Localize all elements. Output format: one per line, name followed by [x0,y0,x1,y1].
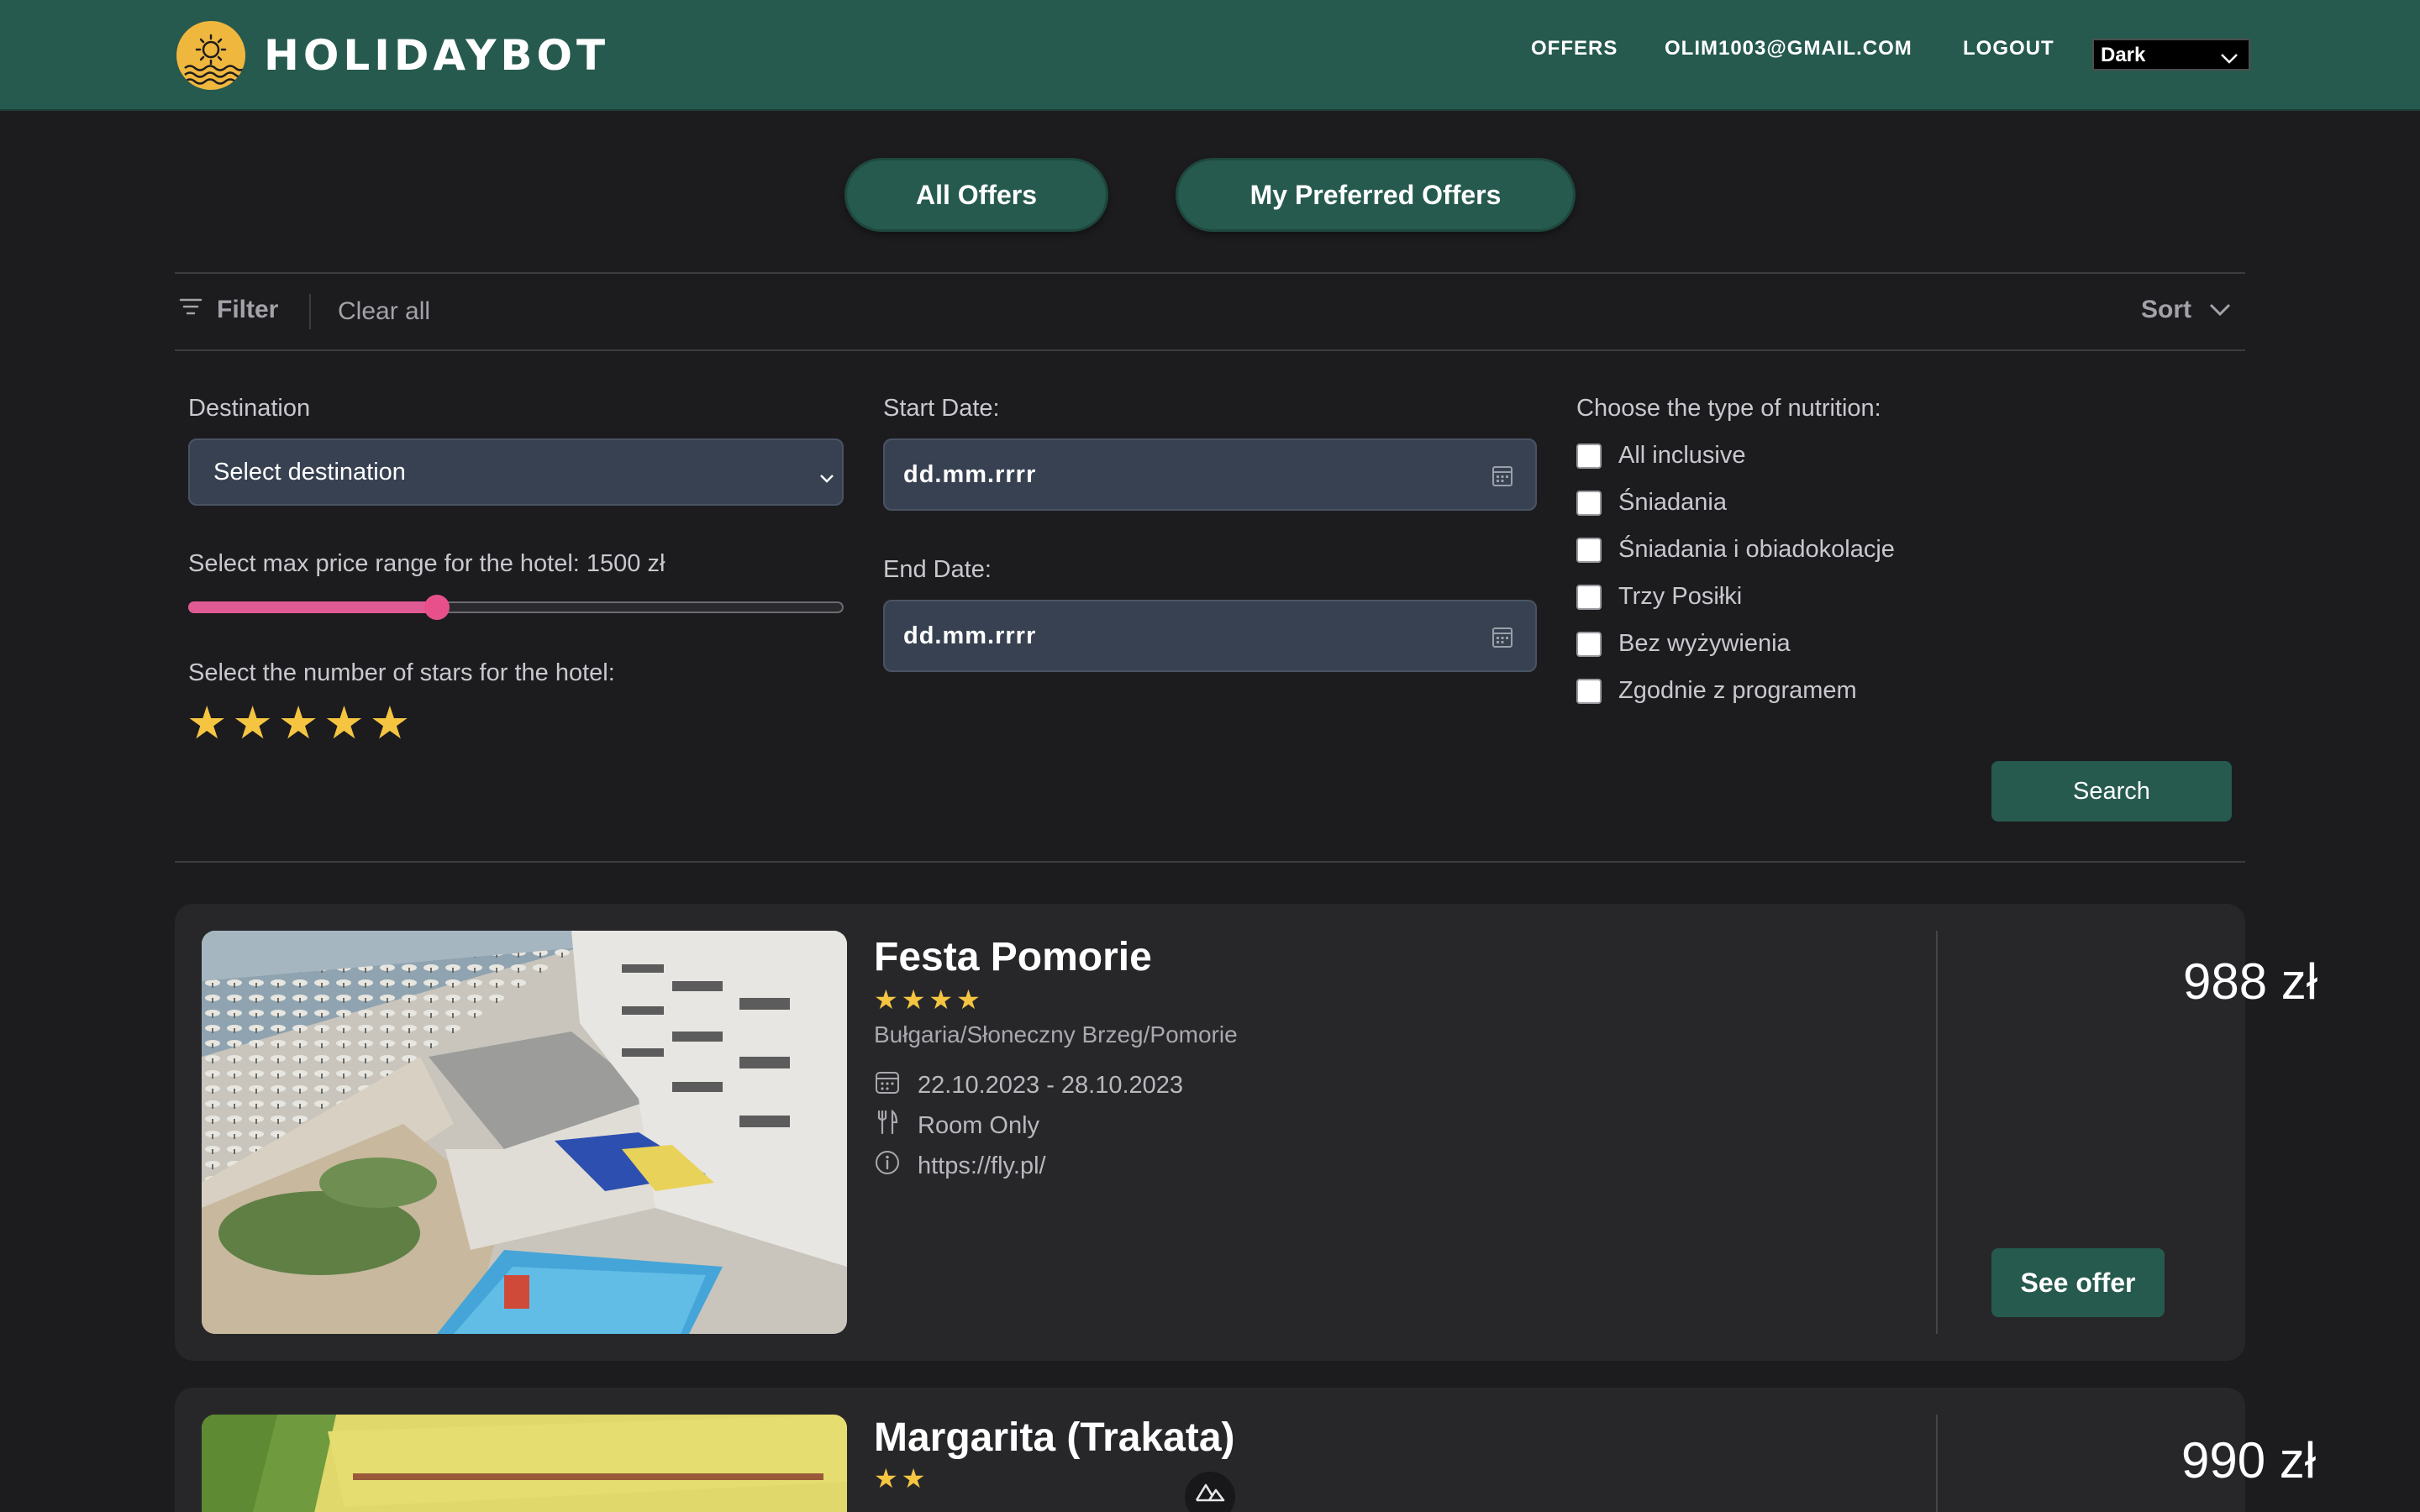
nuxt-mountain-icon [1194,1482,1226,1508]
hotel-photo [202,1415,847,1512]
search-button[interactable]: Search [1991,761,2232,822]
destination-select[interactable]: Select destination [188,438,844,506]
end-date-input[interactable]: dd.mm.rrrr [883,600,1537,672]
star-icon: ★ [901,984,926,1015]
card-divider [1936,1415,1938,1512]
star-icon[interactable]: ★ [187,701,227,746]
fork-knife-icon [874,1109,901,1142]
checkbox[interactable] [1576,490,1602,516]
star-icon: ★ [901,1463,926,1494]
nutrition-label: Choose the type of nutrition: [1576,395,1881,422]
price-range-thumb[interactable] [424,595,450,620]
chevron-down-icon [818,464,835,491]
start-date-label: Start Date: [883,395,1000,422]
nutrition-option[interactable]: Śniadania [1576,489,1727,517]
price-range-slider[interactable] [188,595,844,620]
chevron-down-icon [2208,296,2232,324]
offer-title[interactable]: Festa Pomorie [874,934,1152,980]
star-icon: ★ [874,984,898,1015]
filter-divider [309,294,311,329]
offer-board: Room Only [874,1109,1039,1142]
tab-my-preferred-offers[interactable]: My Preferred Offers [1176,158,1576,232]
nav-user-email[interactable]: OLIM1003@GMAIL.COM [1665,37,1912,60]
checkbox[interactable] [1576,678,1602,704]
filter-label: Filter [217,296,279,323]
nutrition-option-label: Śniadania [1618,489,1727,516]
star-icon[interactable]: ★ [278,701,318,746]
start-date-placeholder: dd.mm.rrrr [903,460,1037,488]
divider [175,349,2245,351]
start-date-input[interactable]: dd.mm.rrrr [883,438,1537,511]
main-nav: OFFERS OLIM1003@GMAIL.COM LOGOUT [0,37,2420,71]
nutrition-option-label: Zgodnie z programem [1618,677,1857,704]
star-icon[interactable]: ★ [370,701,410,746]
offer-star-rating: ★ ★ ★ ★ [874,986,981,1013]
destination-select-value: Select destination [213,458,406,486]
nav-offers-link[interactable]: OFFERS [1531,37,1618,60]
star-rating-input[interactable]: ★ ★ ★ ★ ★ [187,701,410,746]
chevron-down-icon [2220,47,2238,71]
offer-location: Bułgaria/Słoneczny Brzeg/Pomorie [874,1021,1238,1047]
nutrition-option[interactable]: Śniadania i obiadokolacje [1576,536,1895,564]
calendar-icon[interactable] [1491,625,1513,655]
see-offer-button[interactable]: See offer [1991,1248,2165,1317]
filter-button[interactable]: Filter [178,296,278,324]
star-icon[interactable]: ★ [232,701,272,746]
offer-dates-text: 22.10.2023 - 28.10.2023 [918,1071,1184,1099]
nutrition-option[interactable]: Zgodnie z programem [1576,677,1857,705]
checkbox[interactable] [1576,537,1602,563]
sort-label: Sort [2141,296,2191,323]
star-icon: ★ [929,984,954,1015]
offer-link-text[interactable]: https://fly.pl/ [918,1152,1046,1180]
calendar-icon[interactable] [1491,464,1513,494]
info-circle-icon [874,1149,901,1183]
price-range-label: Select max price range for the hotel: 15… [188,550,666,577]
theme-select[interactable]: Dark [2092,39,2250,71]
stars-label: Select the number of stars for the hotel… [188,659,615,686]
destination-label: Destination [188,395,311,422]
calendar-icon [874,1068,901,1102]
offer-board-text: Room Only [918,1111,1040,1139]
checkbox[interactable] [1576,631,1602,657]
nutrition-option-label: Bez wyżywienia [1618,630,1791,657]
top-navbar: HOLIDAYBOT OFFERS OLIM1003@GMAIL.COM LOG… [0,0,2420,111]
nav-logout-link[interactable]: LOGOUT [1963,37,2054,60]
divider [175,861,2245,863]
theme-select-value: Dark [2101,44,2146,66]
star-icon: ★ [874,1463,898,1494]
nutrition-option-label: Śniadania i obiadokolacje [1618,536,1895,563]
offer-price-value: 990 zł [2181,1432,2317,1488]
offer-title[interactable]: Margarita (Trakata) [874,1415,1235,1461]
star-icon: ★ [956,984,981,1015]
nutrition-option-label: All inclusive [1618,442,1746,469]
checkbox[interactable] [1576,584,1602,610]
filter-lines-icon [178,296,203,324]
divider [175,272,2245,274]
price-range-fill [188,601,437,613]
sort-button[interactable]: Sort [2141,296,2232,324]
tab-all-offers[interactable]: All Offers [844,158,1108,232]
end-date-placeholder: dd.mm.rrrr [903,622,1037,649]
clear-all-button[interactable]: Clear all [338,297,430,326]
offer-star-rating: ★ ★ [874,1465,925,1492]
filter-bar: Filter Clear all Sort [175,277,2245,344]
nutrition-option[interactable]: All inclusive [1576,442,1746,470]
nutrition-option-label: Trzy Posiłki [1618,583,1743,610]
offer-price-value: 988 zł [2183,953,2318,1010]
end-date-label: End Date: [883,556,992,583]
offer-dates: 22.10.2023 - 28.10.2023 [874,1068,1183,1102]
offer-card: Festa Pomorie ★ ★ ★ ★ Bułgaria/Słoneczny… [175,904,2317,1361]
checkbox[interactable] [1576,443,1602,469]
hotel-photo [202,931,847,1334]
nutrition-option[interactable]: Bez wyżywienia [1576,630,1791,658]
card-divider [1936,931,1938,1334]
offer-link[interactable]: https://fly.pl/ [874,1149,1046,1183]
nutrition-option[interactable]: Trzy Posiłki [1576,583,1742,611]
star-icon[interactable]: ★ [324,701,364,746]
